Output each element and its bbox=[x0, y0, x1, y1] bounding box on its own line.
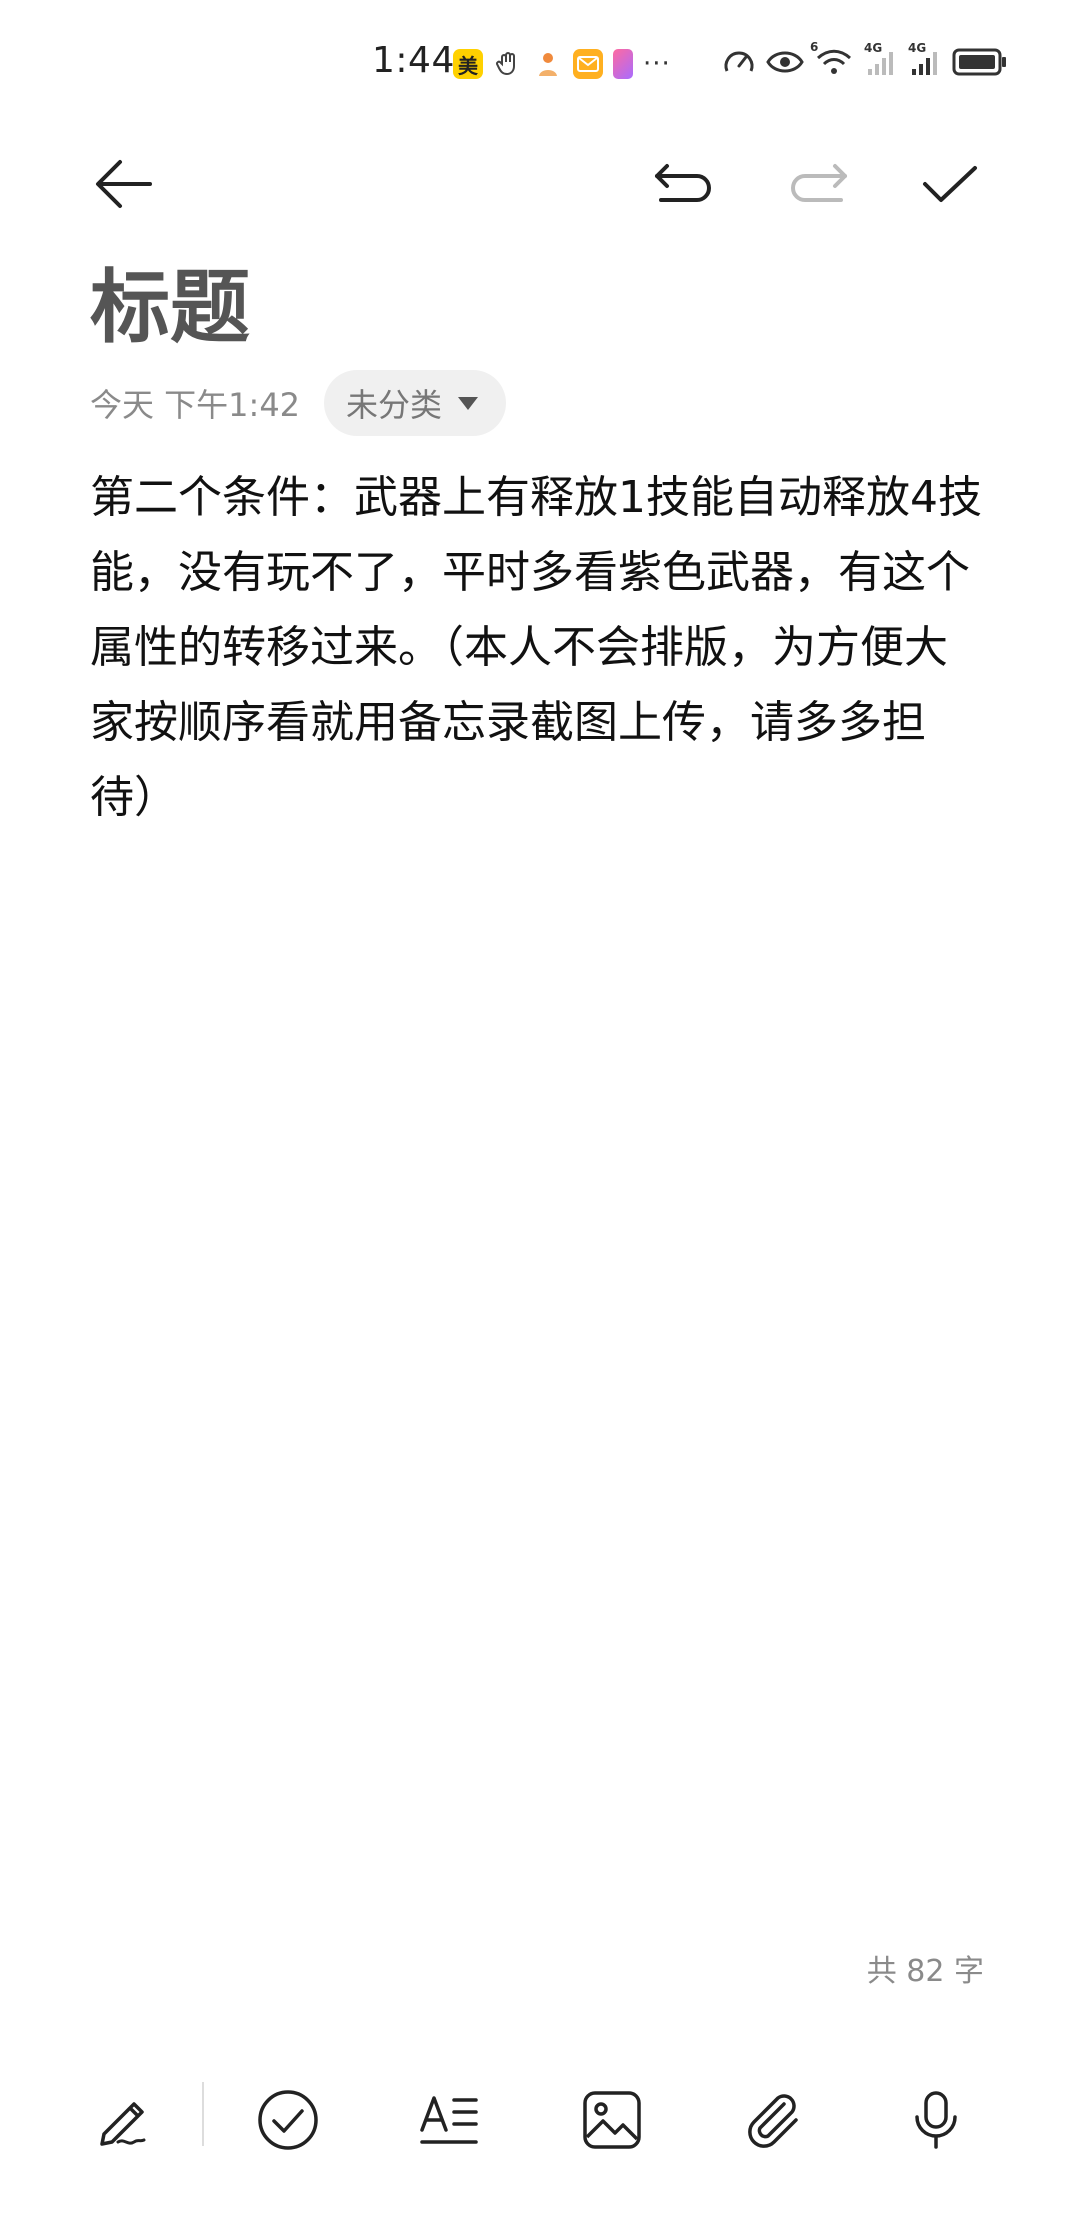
category-label: 未分类 bbox=[346, 386, 443, 424]
hand-icon bbox=[493, 49, 523, 79]
text-format-button[interactable] bbox=[402, 2072, 498, 2168]
notification-icons: 美 ··· bbox=[453, 46, 671, 82]
handwriting-button[interactable] bbox=[76, 2072, 172, 2168]
microphone-icon bbox=[915, 2091, 957, 2149]
checklist-button[interactable] bbox=[240, 2072, 336, 2168]
signal-1-icon: 4G bbox=[864, 41, 898, 81]
redo-button[interactable] bbox=[782, 148, 854, 220]
network-type-1: 4G bbox=[864, 41, 883, 55]
bottom-toolbar bbox=[0, 2060, 1080, 2180]
more-notifications-icon: ··· bbox=[643, 49, 671, 79]
checkmark-icon bbox=[923, 166, 977, 202]
eye-icon bbox=[766, 48, 804, 80]
book-app-icon bbox=[613, 49, 633, 79]
text-format-icon bbox=[420, 2096, 478, 2144]
note-body[interactable]: 第二个条件：武器上有释放1技能自动释放4技能，没有玩不了，平时多看紫色武器，有这… bbox=[90, 460, 990, 835]
status-time: 1:44 bbox=[372, 40, 455, 81]
note-title[interactable]: 标题 bbox=[90, 258, 250, 358]
toolbar-divider bbox=[202, 2082, 204, 2146]
battery-icon bbox=[952, 47, 1008, 81]
dropdown-arrow-icon bbox=[458, 396, 479, 410]
note-date: 今天 下午1:42 bbox=[90, 386, 301, 424]
system-icons: 6 4G 4G bbox=[722, 40, 1008, 84]
mail-icon bbox=[573, 49, 603, 79]
voice-input-button[interactable] bbox=[888, 2072, 984, 2168]
note-meta: 今天 下午1:42 未分类 bbox=[90, 370, 507, 436]
category-selector[interactable]: 未分类 bbox=[324, 370, 507, 436]
undo-icon bbox=[655, 164, 711, 202]
wifi-badge: 6 bbox=[810, 40, 819, 54]
network-type-2: 4G bbox=[908, 41, 927, 55]
app-person-icon bbox=[533, 49, 563, 79]
insert-image-button[interactable] bbox=[564, 2072, 660, 2168]
done-button[interactable] bbox=[914, 148, 986, 220]
meituan-icon: 美 bbox=[453, 49, 483, 79]
paperclip-icon bbox=[748, 2094, 798, 2148]
status-bar: 1:44 美 ··· 6 4G 4G bbox=[0, 0, 1080, 120]
back-button[interactable] bbox=[88, 148, 160, 220]
word-count: 共 82 字 bbox=[866, 1954, 984, 1989]
pen-icon bbox=[100, 2102, 146, 2146]
signal-2-icon: 4G bbox=[908, 41, 942, 81]
image-icon bbox=[583, 2091, 641, 2149]
attachment-button[interactable] bbox=[726, 2072, 822, 2168]
speed-icon bbox=[722, 45, 756, 83]
undo-button[interactable] bbox=[648, 148, 720, 220]
check-circle-icon bbox=[258, 2090, 318, 2150]
arrow-left-icon bbox=[96, 160, 152, 208]
redo-icon bbox=[791, 164, 847, 202]
wifi-icon: 6 bbox=[810, 40, 854, 82]
